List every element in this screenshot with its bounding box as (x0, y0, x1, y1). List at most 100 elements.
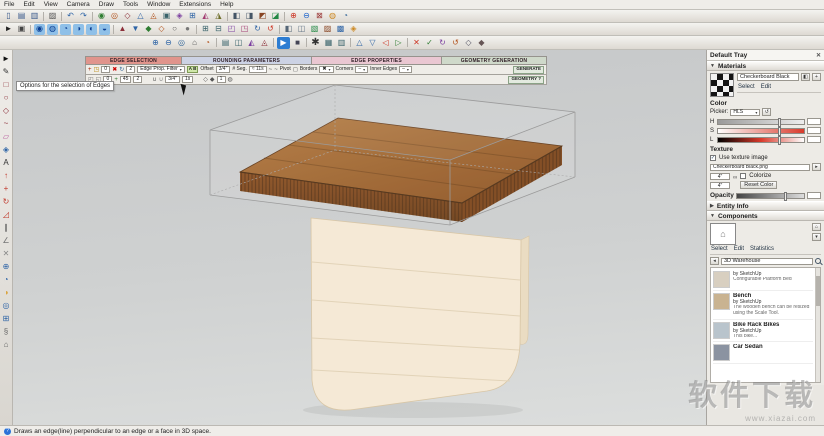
toolbar-icon[interactable]: ▥ (29, 11, 40, 22)
search-icon[interactable] (815, 258, 821, 264)
color-slider[interactable] (717, 128, 805, 134)
materials-section-header[interactable]: ▼ Materials (707, 61, 824, 71)
toolbar-icon[interactable]: ◫ (296, 24, 307, 35)
toolbar-icon[interactable]: ◩ (257, 11, 268, 22)
plugin-control[interactable]: GENERATE (513, 66, 544, 74)
toolbar-icon[interactable] (61, 12, 62, 21)
toolbar-icon[interactable]: ▥ (336, 37, 347, 48)
toolbar-icon[interactable] (350, 38, 351, 47)
toolbar-icon[interactable]: △ (354, 37, 365, 48)
menu-item[interactable]: Edit (23, 1, 34, 8)
toolbar-icon[interactable]: △ (135, 11, 146, 22)
toolbar-icon[interactable]: ▧ (309, 24, 320, 35)
components-section-header[interactable]: ▼ Components (707, 211, 824, 221)
toolbar-icon[interactable]: ◎ (109, 11, 120, 22)
plugin-control[interactable]: ✖ (319, 66, 333, 73)
tool-icon[interactable]: ▱ (1, 131, 12, 142)
tool-icon[interactable]: ◿ (1, 209, 12, 220)
toolbar-icon[interactable]: ▣ (161, 11, 172, 22)
browse-texture-button[interactable]: ▸ (812, 163, 821, 171)
toolbar-icon[interactable]: ◧ (283, 24, 294, 35)
toolbar-icon[interactable] (196, 25, 197, 34)
plugin-control[interactable]: 3/4" (165, 76, 180, 83)
toolbar-icon[interactable] (30, 25, 31, 34)
plugin-control[interactable]: 2 (126, 66, 135, 73)
tool-icon[interactable]: ∥ (1, 222, 12, 233)
toolbar-icon[interactable]: ◬ (259, 37, 270, 48)
tool-icon[interactable]: ∠ (1, 235, 12, 246)
slider-knob[interactable] (778, 127, 781, 136)
color-undo-button[interactable]: ↺ (762, 108, 771, 116)
menu-item[interactable]: Draw (99, 1, 114, 8)
plugin-control[interactable]: Offset (200, 67, 213, 72)
tool-icon[interactable]: ◎ (1, 300, 12, 311)
toolbar-icon[interactable]: ◔ (60, 24, 71, 35)
components-tab[interactable]: Select (711, 246, 728, 252)
slider-knob[interactable] (778, 118, 781, 127)
toolbar-icon[interactable]: ◍ (327, 11, 338, 22)
toolbar-icon[interactable] (92, 12, 93, 21)
component-list-item[interactable]: Bike Rack Bikes by SketchUp This bike... (713, 320, 813, 343)
toolbar-icon[interactable]: ◐ (86, 24, 97, 35)
component-list-item[interactable]: Car Sedan (713, 342, 813, 364)
plugin-control[interactable]: ↻ (119, 67, 124, 73)
scrollbar-thumb[interactable] (816, 276, 820, 306)
toolbar-icon[interactable]: ▯ (3, 11, 14, 22)
tool-icon[interactable]: ⊞ (1, 313, 12, 324)
aspect-lock-icon[interactable]: ∞ (733, 175, 737, 181)
plugin-control[interactable]: 45 (120, 76, 132, 83)
plugin-control[interactable]: ◳ (94, 67, 100, 73)
toolbar-icon[interactable]: ◧ (231, 11, 242, 22)
toolbar-icon[interactable]: ✕ (411, 37, 422, 48)
toolbar-icon[interactable]: ▲ (117, 24, 128, 35)
in-model-button[interactable]: ⌂ (812, 223, 821, 231)
color-slider[interactable] (717, 119, 805, 125)
plugin-control[interactable]: – (355, 66, 368, 73)
tool-icon[interactable]: ~ (1, 118, 12, 129)
toolbar-icon[interactable]: ↻ (437, 37, 448, 48)
material-name-dropdown[interactable]: Checkerboard Black (737, 73, 799, 81)
use-texture-checkbox[interactable]: ✓ (710, 155, 716, 161)
menu-item[interactable]: Window (147, 1, 170, 8)
toolbar-icon[interactable]: ▦ (323, 37, 334, 48)
material-preview[interactable] (710, 73, 734, 97)
slider-value-field[interactable] (807, 136, 821, 143)
toolbar-icon[interactable] (113, 25, 114, 34)
plugin-control[interactable]: Pivot (280, 67, 291, 72)
texture-width-field[interactable]: 4" (710, 173, 730, 180)
components-tab[interactable]: Statistics (750, 246, 774, 252)
plugin-control[interactable]: A B (187, 66, 199, 73)
toolbar-icon[interactable]: ○ (169, 24, 180, 35)
toolbar-icon[interactable]: ◨ (244, 11, 255, 22)
toolbar-icon[interactable]: ◬ (148, 11, 159, 22)
toolbar-icon[interactable]: ◉ (34, 24, 45, 35)
toolbar-icon[interactable]: ◇ (463, 37, 474, 48)
opacity-knob[interactable] (784, 192, 787, 201)
toolbar-icon[interactable]: ⊖ (163, 37, 174, 48)
slider-value-field[interactable] (807, 118, 821, 125)
toolbar-icon[interactable]: ◁ (380, 37, 391, 48)
plugin-control[interactable]: 3/4" (216, 66, 231, 73)
toolbar-icon[interactable]: ◎ (176, 37, 187, 48)
toolbar-icon[interactable]: ◆ (143, 24, 154, 35)
tool-icon[interactable]: □ (1, 79, 12, 90)
toolbar-icon[interactable] (216, 38, 217, 47)
toolbar-icon[interactable]: ▤ (16, 11, 27, 22)
toolbar-icon[interactable]: ● (182, 24, 193, 35)
plugin-control[interactable]: ~ (274, 67, 278, 73)
tool-icon[interactable]: ✕ (1, 248, 12, 259)
menu-item[interactable]: Camera (67, 1, 90, 8)
toolbar-icon[interactable]: ◑ (73, 24, 84, 35)
toolbar-icon[interactable]: ◮ (213, 11, 224, 22)
plugin-control[interactable]: + (88, 67, 92, 73)
toolbar-icon[interactable] (273, 38, 274, 47)
toolbar-icon[interactable]: ↻ (252, 24, 263, 35)
component-list-item[interactable]: Bench by SketchUp The wooden bench can b… (713, 291, 813, 320)
plugin-control[interactable]: ∪ (152, 77, 156, 83)
slider-value-field[interactable] (807, 127, 821, 134)
toolbar-icon[interactable] (43, 12, 44, 21)
opacity-value-field[interactable] (807, 192, 821, 199)
tool-icon[interactable]: A (1, 157, 12, 168)
plugin-control[interactable]: GEOMETRY ? (508, 76, 544, 84)
reset-color-button[interactable]: Reset Color (740, 181, 777, 189)
